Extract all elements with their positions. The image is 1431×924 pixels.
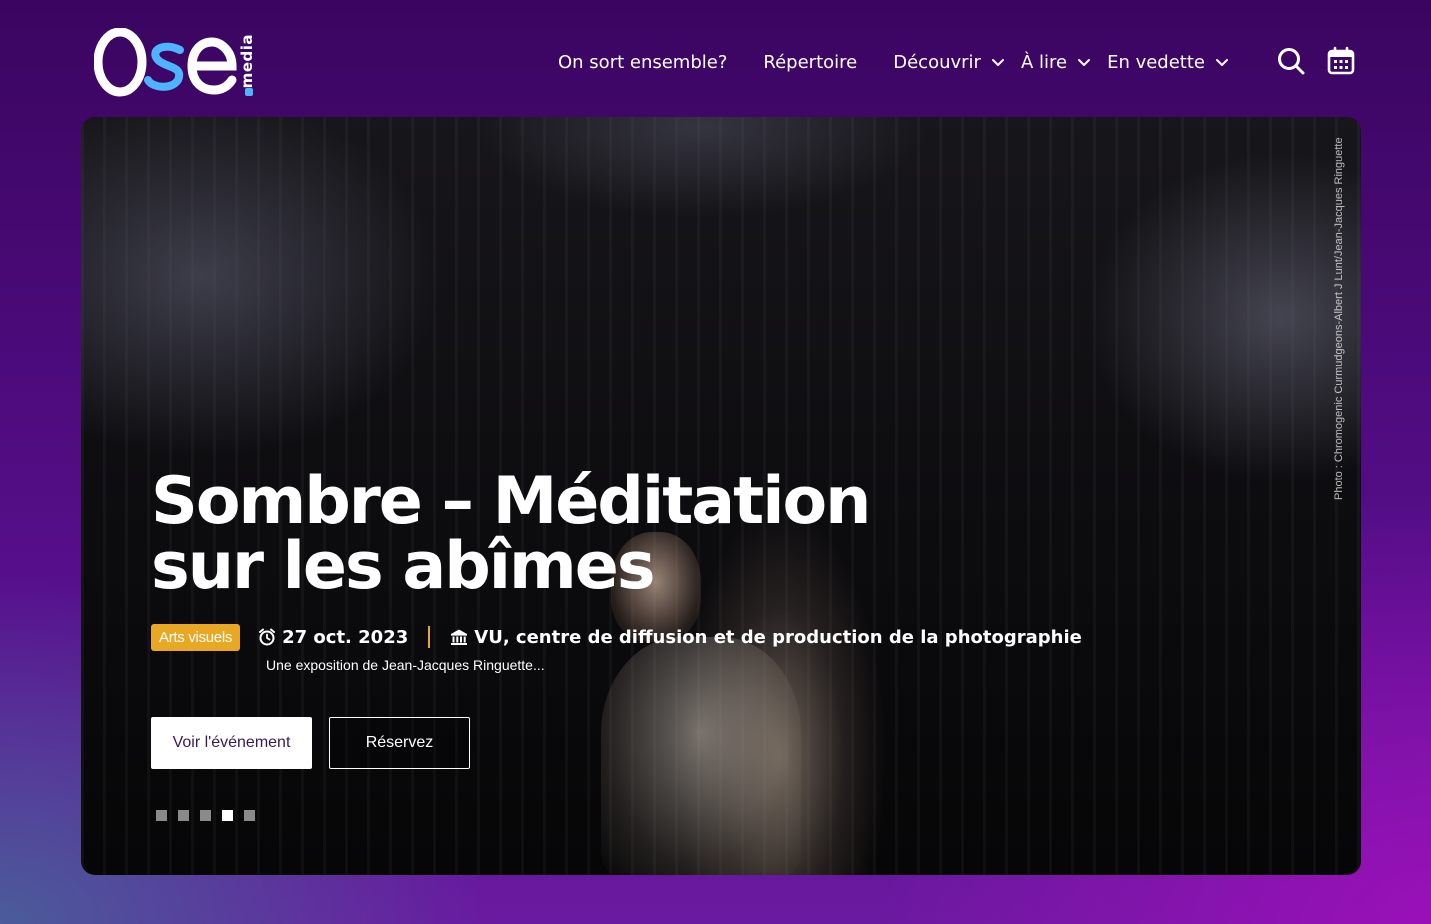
event-description: Une exposition de Jean-Jacques Ringuette… [266, 657, 545, 673]
event-venue[interactable]: VU, centre de diffusion et de production… [450, 627, 1082, 648]
nav-repertoire[interactable]: Répertoire [745, 52, 875, 73]
slider-dot[interactable] [178, 810, 189, 821]
event-date-text: 27 oct. 2023 [282, 626, 409, 648]
search-icon [1278, 48, 1305, 75]
slider-dot[interactable] [156, 810, 167, 821]
photo-credit: Photo : Chromogenic Curmudgeons-Albert J… [1333, 137, 1345, 500]
nav-en-vedette[interactable]: En vedette [1099, 52, 1237, 73]
logo-dot [245, 88, 253, 96]
view-event-button[interactable]: Voir l'événement [151, 717, 312, 769]
meta-divider [428, 626, 431, 648]
hero-title: Sombre – Méditation sur les abîmes [151, 469, 911, 599]
alarm-clock-icon [259, 628, 276, 646]
nav-label: Répertoire [763, 51, 858, 73]
slider-dot[interactable] [244, 810, 255, 821]
nav-a-lire[interactable]: À lire [1013, 52, 1099, 73]
logo-media-text: media [238, 34, 256, 89]
calendar-button[interactable] [1326, 46, 1356, 76]
main-nav: On sort ensemble? Répertoire Découvrir À… [540, 44, 1237, 80]
hero-title-line2: sur les abîmes [151, 529, 656, 604]
chevron-down-icon [1216, 59, 1228, 66]
event-venue-text: VU, centre de diffusion et de production… [474, 626, 1082, 648]
museum-icon [451, 629, 468, 645]
nav-label: On sort ensemble? [558, 51, 728, 73]
nav-label: En vedette [1107, 51, 1205, 73]
slider-pagination [156, 810, 266, 821]
hero-slider: Sombre – Méditation sur les abîmes Arts … [81, 117, 1361, 875]
search-button[interactable] [1276, 46, 1306, 76]
nav-decouvrir[interactable]: Découvrir [875, 52, 1013, 73]
chevron-down-icon [1078, 59, 1091, 66]
nav-label: Découvrir [893, 51, 981, 73]
event-meta: Arts visuels 27 oct. 2023 VU, centre de … [151, 622, 1082, 652]
nav-on-sort-ensemble[interactable]: On sort ensemble? [540, 52, 745, 73]
slider-dot[interactable] [200, 810, 211, 821]
category-badge[interactable]: Arts visuels [151, 623, 241, 651]
ose-logo-icon [94, 28, 237, 97]
calendar-icon [1327, 46, 1355, 75]
event-date: 27 oct. 2023 [258, 627, 408, 648]
nav-label: À lire [1020, 51, 1068, 73]
hero-photo-figure-body [601, 637, 801, 875]
slider-dot-active[interactable] [222, 810, 233, 821]
reserve-button[interactable]: Réservez [329, 717, 470, 769]
hero-title-line1: Sombre – Méditation [151, 464, 871, 539]
chevron-down-icon [991, 59, 1004, 66]
